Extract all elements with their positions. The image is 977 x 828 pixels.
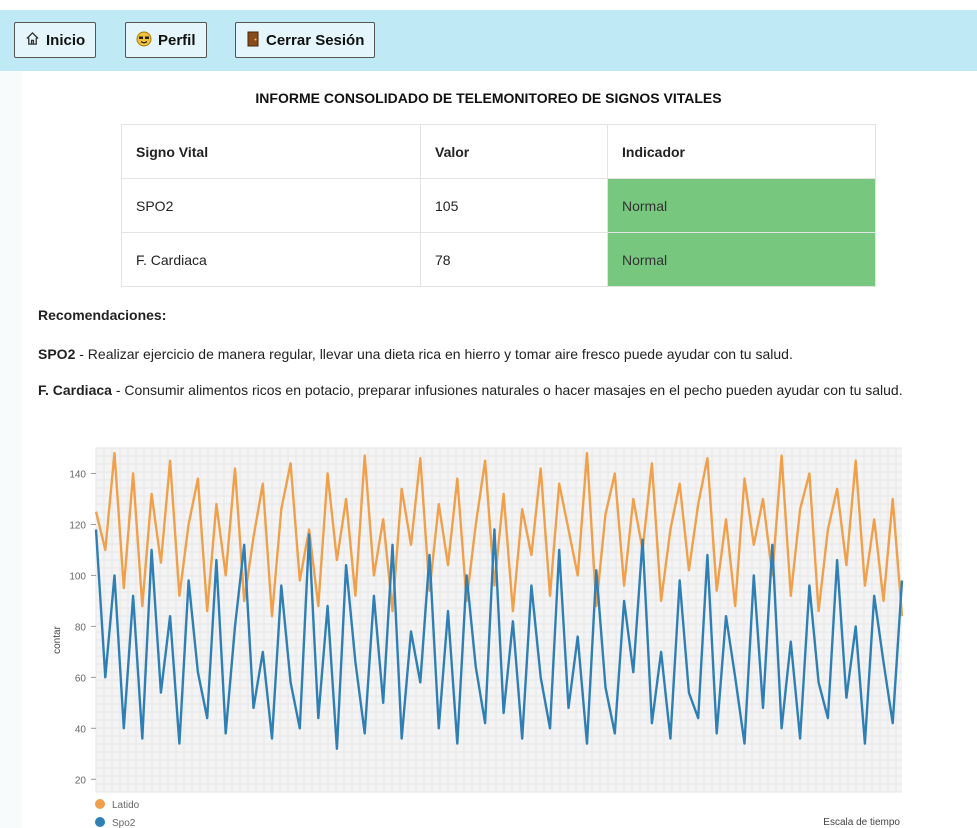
column-header-indicator: Indicador <box>607 124 876 179</box>
home-button-label: Inicio <box>46 31 86 49</box>
profile-button-label: Perfil <box>158 31 196 49</box>
home-icon <box>25 31 40 49</box>
y-tick-label: 100 <box>69 571 86 582</box>
recommendation-label: F. Cardiaca <box>38 382 112 398</box>
table-header-row: Signo Vital Valor Indicador <box>121 124 876 179</box>
top-nav-bar: Inicio Perfil Cerrar Sesión <box>0 10 977 71</box>
home-button[interactable]: Inicio <box>14 22 97 58</box>
cell-indicator: Normal <box>607 178 876 233</box>
profile-button[interactable]: Perfil <box>125 22 207 58</box>
y-tick-label: 80 <box>75 622 87 633</box>
legend-marker <box>95 817 105 827</box>
y-tick-label: 120 <box>69 520 86 531</box>
recommendation-text: - Consumir alimentos ricos en potacio, p… <box>111 382 903 398</box>
cell-indicator: Normal <box>607 232 876 287</box>
recommendation-label: SPO2 <box>38 346 76 362</box>
y-tick-label: 20 <box>75 775 87 786</box>
report-title: INFORME CONSOLIDADO DE TELEMONITOREO DE … <box>255 90 722 106</box>
left-margin <box>0 71 22 828</box>
y-tick-label: 60 <box>75 673 87 684</box>
recommendation-heart-rate: F. Cardiaca - Consumir alimentos ricos e… <box>38 382 903 398</box>
legend-label: Spo2 <box>112 818 136 828</box>
cell-value: 105 <box>420 178 608 233</box>
logout-button[interactable]: Cerrar Sesión <box>235 22 376 58</box>
cell-sign: F. Cardiaca <box>121 232 421 287</box>
smiley-icon <box>136 31 152 50</box>
legend-label: Latido <box>112 800 140 811</box>
recommendation-text: - Realizar ejercicio de manera regular, … <box>75 346 793 362</box>
y-tick-label: 140 <box>69 469 86 480</box>
recommendation-spo2: SPO2 - Realizar ejercicio de manera regu… <box>38 346 793 362</box>
logout-button-label: Cerrar Sesión <box>266 31 365 49</box>
table-row: SPO2 105 Normal <box>121 178 876 233</box>
column-header-value: Valor <box>420 124 608 179</box>
cell-sign: SPO2 <box>121 178 421 233</box>
y-axis-label: contar <box>52 625 63 653</box>
cell-value: 78 <box>420 232 608 287</box>
door-icon <box>246 31 260 50</box>
recommendations-title: Recomendaciones: <box>38 307 167 323</box>
legend-marker <box>95 799 105 809</box>
vitals-table: Signo Vital Valor Indicador SPO2 105 Nor… <box>121 124 876 287</box>
x-axis-label: Escala de tiempo <box>823 817 900 828</box>
table-row: F. Cardiaca 78 Normal <box>121 232 876 287</box>
column-header-sign: Signo Vital <box>121 124 421 179</box>
y-tick-label: 40 <box>75 724 87 735</box>
vitals-line-chart: 20 40 60 80 100 120 140 contar Escala de tiempo L… <box>52 447 904 828</box>
